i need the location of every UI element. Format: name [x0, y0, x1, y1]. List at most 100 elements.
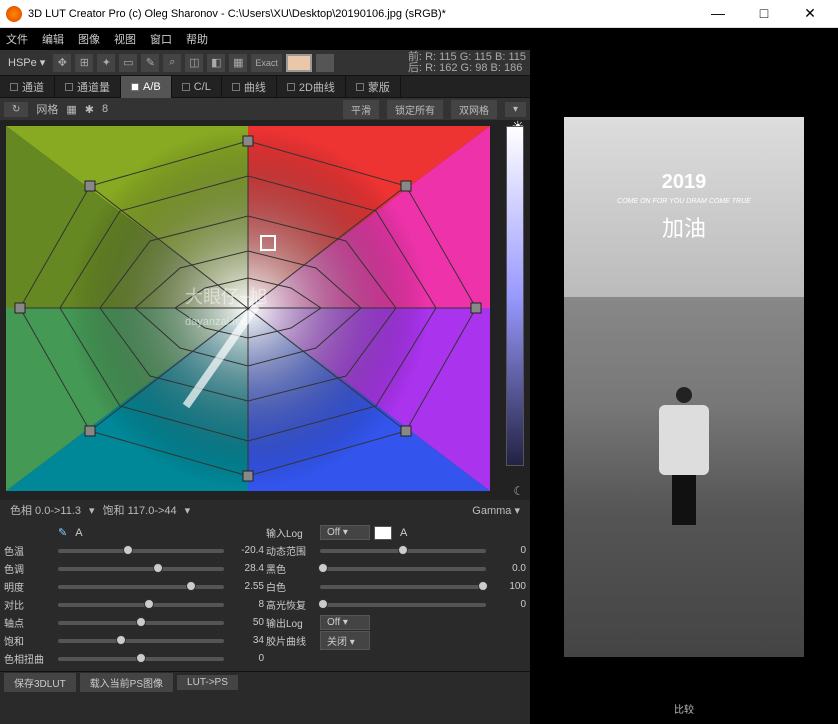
- tab-channel[interactable]: 通道: [0, 76, 55, 98]
- slider-label: 轴点: [4, 615, 54, 630]
- slider-track[interactable]: [320, 567, 486, 571]
- tool-icon[interactable]: ⊞: [75, 54, 93, 72]
- tab-2d-curves[interactable]: 2D曲线: [277, 76, 346, 98]
- grid-count[interactable]: 8: [102, 103, 108, 115]
- slider-label: 高光恢复: [266, 597, 316, 612]
- slider-track[interactable]: [58, 639, 224, 643]
- compare-label[interactable]: 比较: [670, 697, 698, 720]
- save-3dlut-button[interactable]: 保存3DLUT: [4, 673, 76, 692]
- slider-label: 对比: [4, 597, 54, 612]
- slider-track[interactable]: [320, 603, 486, 607]
- luminance-slider[interactable]: [506, 126, 524, 466]
- grid-label: 网格: [36, 101, 58, 117]
- color-mode-dropdown[interactable]: HSPe ▾: [4, 56, 49, 69]
- slider-value: 100: [490, 581, 526, 592]
- panel-tabs: 通道 通道量 A/B C/L 曲线 2D曲线 蒙版: [0, 76, 530, 98]
- tool-icon[interactable]: ◧: [207, 54, 225, 72]
- dropdown[interactable]: 关闭 ▾: [320, 631, 370, 650]
- slider-value: 2.55: [228, 581, 264, 592]
- main-toolbar: HSPe ▾ ✥ ⊞ ✦ ▭ ✎ ⌕ ◫ ◧ ▦ Exact 前: R: 115…: [0, 50, 530, 76]
- slider-track[interactable]: [58, 621, 224, 625]
- menu-image[interactable]: 图像: [78, 31, 100, 47]
- move-tool-icon[interactable]: ✥: [53, 54, 71, 72]
- slider-label: 胶片曲线: [266, 633, 316, 648]
- tab-channel-amount[interactable]: 通道量: [55, 76, 121, 98]
- minimize-button[interactable]: —: [704, 5, 732, 22]
- slider-track[interactable]: [58, 567, 224, 571]
- slider-value: 8: [228, 599, 264, 610]
- color-grid-editor[interactable]: ☀ ☾ 大眼仔~旭dayanzai.me: [0, 120, 530, 500]
- eyedropper-icon[interactable]: ✎: [58, 526, 67, 539]
- lut-to-ps-button[interactable]: LUT->PS: [177, 675, 238, 690]
- smooth-button[interactable]: 平滑: [343, 100, 379, 119]
- slider-label: 明度: [4, 579, 54, 594]
- tool-icon[interactable]: ◫: [185, 54, 203, 72]
- info-bar: 色相 0.0->11.3 ▾ 饱和 117.0->44 ▾ Gamma ▾: [0, 500, 530, 520]
- tab-mask[interactable]: 蒙版: [346, 76, 401, 98]
- slider-value: 28.4: [228, 563, 264, 574]
- window-title: 3D LUT Creator Pro (c) Oleg Sharonov - C…: [28, 8, 704, 20]
- marquee-tool-icon[interactable]: ▭: [119, 54, 137, 72]
- load-ps-image-button[interactable]: 载入当前PS图像: [80, 673, 173, 692]
- gamma-dropdown[interactable]: Gamma ▾: [468, 504, 524, 517]
- slider-value: -20.4: [228, 545, 264, 556]
- slider-label: 黑色: [266, 561, 316, 576]
- grid-toolbar: ↻ 网格 ▦ ✱ 8 平滑 锁定所有 双网格 ▾: [0, 98, 530, 120]
- grid-web-icon[interactable]: ✱: [85, 103, 94, 116]
- slider-label: 动态范围: [266, 543, 316, 558]
- bottom-toolbar: 保存3DLUT 载入当前PS图像 LUT->PS: [0, 671, 530, 693]
- maximize-button[interactable]: □: [750, 5, 778, 22]
- hue-readout: 色相 0.0->11.3: [6, 502, 85, 518]
- dropdown[interactable]: Off ▾: [320, 615, 370, 630]
- close-button[interactable]: ✕: [796, 5, 824, 22]
- tool-icon[interactable]: ✦: [97, 54, 115, 72]
- color-swatch[interactable]: [286, 54, 312, 72]
- slider-value: 0: [490, 545, 526, 556]
- slider-label: 色调: [4, 561, 54, 576]
- menu-icon[interactable]: ▾: [505, 102, 526, 117]
- slider-label: 饱和: [4, 633, 54, 648]
- slider-label: 色温: [4, 543, 54, 558]
- menu-window[interactable]: 窗口: [150, 31, 172, 47]
- menu-edit[interactable]: 编辑: [42, 31, 64, 47]
- slider-track[interactable]: [320, 585, 486, 589]
- slider-value: 50: [228, 617, 264, 628]
- tool-icon[interactable]: ▦: [229, 54, 247, 72]
- slider-label: 色相扭曲: [4, 651, 54, 666]
- swatch-secondary[interactable]: [316, 54, 334, 72]
- menu-bar: 文件 编辑 图像 视图 窗口 帮助: [0, 28, 838, 50]
- slider-track[interactable]: [58, 549, 224, 553]
- dropdown[interactable]: Off ▾: [320, 525, 370, 540]
- color-swatch[interactable]: [374, 526, 392, 540]
- lock-all-button[interactable]: 锁定所有: [387, 100, 443, 119]
- slider-track[interactable]: [58, 603, 224, 607]
- zoom-tool-icon[interactable]: ⌕: [163, 54, 181, 72]
- tab-cl[interactable]: C/L: [172, 76, 222, 98]
- menu-help[interactable]: 帮助: [186, 31, 208, 47]
- slider-track[interactable]: [58, 585, 224, 589]
- watermark-text: 大眼仔~旭dayanzai.me: [185, 283, 268, 330]
- preview-image[interactable]: 2019 COME ON FOR YOU DRAM COME TRUE 加油: [564, 117, 804, 657]
- color-readout: 前: R: 115 G: 115 B: 115 后: R: 162 G: 98 …: [408, 52, 526, 74]
- preview-cn-text: 加油: [662, 211, 706, 243]
- slider-track[interactable]: [320, 549, 486, 553]
- app-icon: [6, 6, 22, 22]
- tab-ab[interactable]: A/B: [121, 76, 172, 98]
- dual-grid-button[interactable]: 双网格: [451, 100, 497, 119]
- slider-track[interactable]: [58, 657, 224, 661]
- tab-curves[interactable]: 曲线: [222, 76, 277, 98]
- menu-view[interactable]: 视图: [114, 31, 136, 47]
- slider-value: 34: [228, 635, 264, 646]
- reset-button[interactable]: ↻: [4, 102, 28, 117]
- slider-value: 0.0: [490, 563, 526, 574]
- slider-value: 0: [490, 599, 526, 610]
- exact-toggle[interactable]: Exact: [251, 54, 282, 72]
- slider-value: 0: [228, 653, 264, 664]
- eyedropper-tool-icon[interactable]: ✎: [141, 54, 159, 72]
- preview-year-text: 2019: [662, 171, 707, 194]
- grid-pattern-icon[interactable]: ▦: [66, 103, 76, 116]
- sat-readout: 饱和 117.0->44: [99, 502, 181, 518]
- slider-label: 白色: [266, 579, 316, 594]
- menu-file[interactable]: 文件: [6, 31, 28, 47]
- preview-panel: 2019 COME ON FOR YOU DRAM COME TRUE 加油 比…: [530, 50, 838, 724]
